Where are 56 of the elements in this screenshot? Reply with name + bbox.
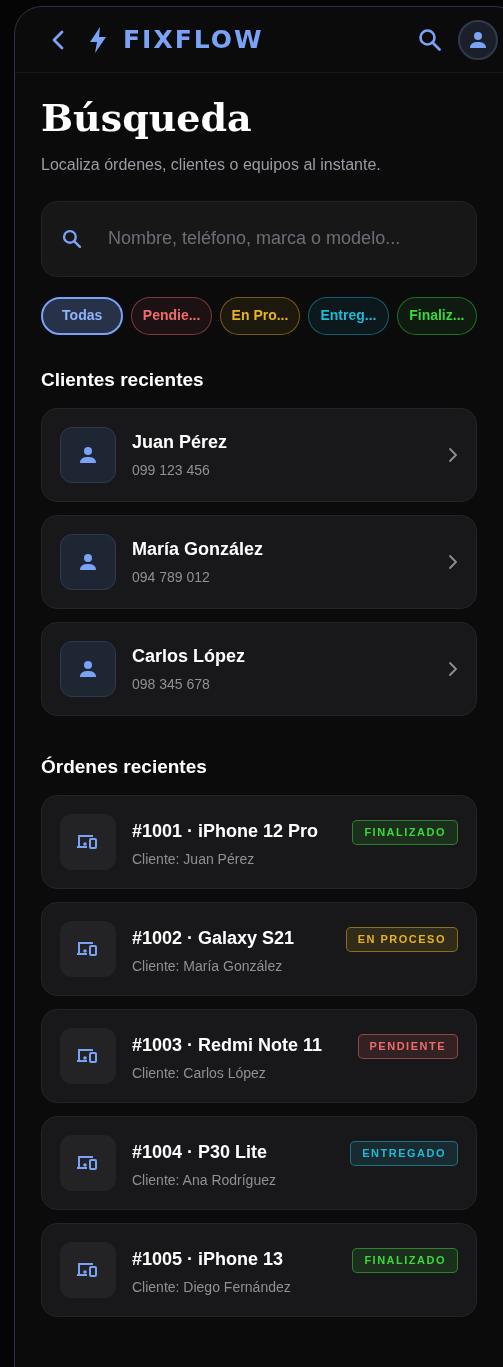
back-button[interactable] [51,28,65,51]
profile-button[interactable] [458,19,498,60]
order-title: #1003 · Redmi Note 11 [132,1034,324,1058]
section-title: Clientes recientes [41,368,205,392]
page-title: Búsqueda [41,95,253,141]
filter-chip[interactable]: En Pro... [219,296,301,335]
devices-icon [60,1028,116,1085]
order-client: Cliente: Ana Rodríguez [132,1171,277,1191]
person-icon [60,534,116,591]
order-client: Cliente: Carlos López [132,1064,267,1084]
devices-icon [60,814,116,871]
person-icon [60,427,116,484]
filter-chip[interactable]: Pendie... [131,296,212,335]
devices-icon [60,921,116,978]
chevron-icon [448,554,458,571]
client-name: María González [132,538,265,562]
status-tag: FINALIZADO [352,820,458,845]
client-card[interactable]: Carlos López 098 345 678 [41,622,477,717]
client-phone: 099 123 456 [132,461,211,481]
page-subtitle: Localiza órdenes, clientes o equipos al instante. [41,154,382,175]
filter-chip[interactable]: Todas [41,296,124,335]
order-card[interactable]: #1001 · iPhone 12 Pro Cliente: Juan Pérez FINALIZADO [41,795,477,890]
filter-chip[interactable]: Entreg... [308,296,389,335]
search-button[interactable] [418,27,442,52]
client-card[interactable]: María González 094 789 012 [41,515,477,610]
person-icon [60,641,116,698]
status-tag: FINALIZADO [352,1248,458,1273]
person-icon [469,30,487,49]
status-tag: ENTREGADO [350,1141,458,1166]
order-card[interactable]: #1004 · P30 Lite Cliente: Ana Rodríguez ENTREGADO [41,1116,477,1211]
order-title: #1001 · iPhone 12 Pro [132,820,320,844]
chevron-icon [448,661,458,678]
devices-icon [60,1135,116,1192]
client-phone: 098 345 678 [132,675,211,695]
order-title: #1004 · P30 Lite [132,1141,269,1165]
client-card[interactable]: Juan Pérez 099 123 456 [41,408,477,503]
client-name: Juan Pérez [132,431,229,455]
order-client: Cliente: Juan Pérez [132,850,256,870]
order-title: #1005 · iPhone 13 [132,1248,285,1272]
order-client: Cliente: Diego Fernández [132,1278,292,1298]
devices-icon [60,1242,116,1299]
client-name: Carlos López [132,645,247,669]
lightning-icon [89,26,107,53]
order-card[interactable]: #1003 · Redmi Note 11 Cliente: Carlos López PENDIENTE [41,1009,477,1104]
status-tag: PENDIENTE [357,1034,458,1059]
client-phone: 094 789 012 [132,568,211,588]
status-tag: EN PROCESO [345,927,458,952]
order-title: #1002 · Galaxy S21 [132,927,296,951]
order-client: Cliente: María González [132,957,284,977]
order-card[interactable]: #1002 · Galaxy S21 Cliente: María González EN PROCESO [41,902,477,997]
order-card[interactable]: #1005 · iPhone 13 Cliente: Diego Fernández FINALIZADO [41,1223,477,1318]
section-title: Órdenes recientes [41,756,208,780]
search-field[interactable]: Nombre, teléfono, marca o modelo... [41,200,477,277]
app-logo: FIXFLOW [123,23,264,56]
chevron-icon [448,447,458,464]
filter-chip[interactable]: Finaliz... [396,296,478,335]
